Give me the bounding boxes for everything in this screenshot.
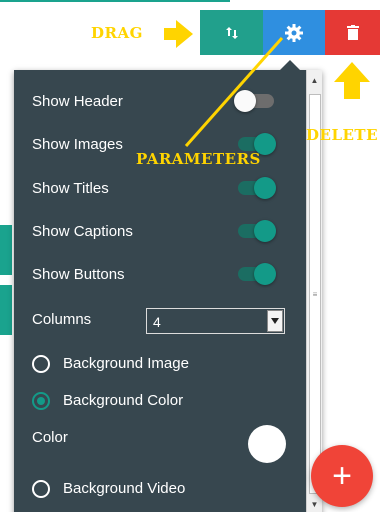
delete-arrow-icon [334, 62, 370, 99]
annotation-overlay [164, 20, 370, 147]
parameters-pointer-line [184, 37, 284, 147]
parameters-annotation: PARAMETERS [136, 150, 261, 168]
drag-arrow-icon [164, 20, 193, 48]
delete-annotation: DELETE [306, 126, 379, 144]
drag-annotation: DRAG [91, 24, 143, 42]
